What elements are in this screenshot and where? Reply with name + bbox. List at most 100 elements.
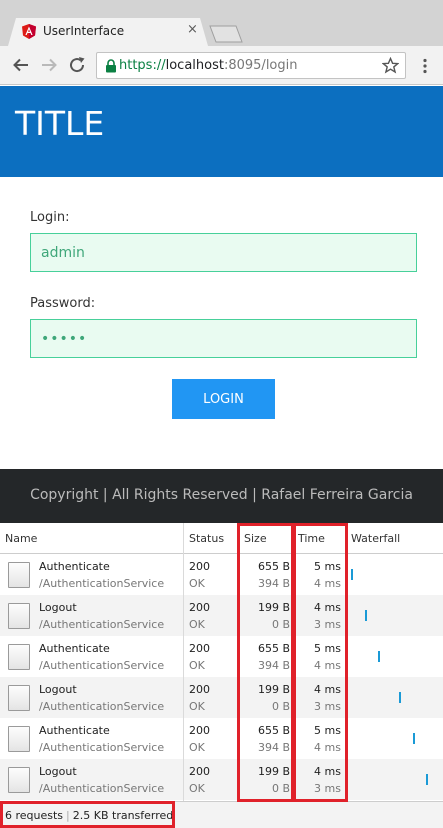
request-latency: 3 ms [314,782,341,795]
request-content-size: 394 B [257,577,290,590]
request-path: /AuthenticationService [39,618,165,631]
url-host: localhost [165,58,224,73]
page-header: TITLE [0,86,443,177]
request-latency: 3 ms [314,618,341,631]
network-summary: 6 requests | 2.5 KB transferred [5,809,173,822]
reload-icon[interactable] [68,56,86,74]
password-input[interactable] [30,319,417,358]
network-request-row[interactable]: Logout/AuthenticationService 200 OK 199 B 0 … [0,595,443,636]
request-path: /AuthenticationService [39,577,165,590]
request-time: 4 ms [314,765,341,778]
star-icon[interactable] [382,57,399,74]
request-latency: 4 ms [314,741,341,754]
request-content-size: 0 B [271,700,290,713]
summary-separator: | [66,809,70,822]
request-status-text: OK [189,659,205,672]
request-size: 655 B [257,724,290,737]
request-time: 5 ms [314,560,341,573]
lock-icon [106,59,116,73]
waterfall-bar [351,569,353,580]
tab-title: UserInterface [43,24,125,38]
page-title: TITLE [15,104,105,143]
request-status-text: OK [189,618,205,631]
browser-tab-bar: UserInterface × [0,0,443,46]
page-footer: Copyright | All Rights Reserved | Rafael… [0,469,443,523]
request-count: 6 requests [5,809,64,822]
tab-close-icon[interactable]: × [187,22,198,37]
request-name: Authenticate [39,724,110,737]
waterfall-bar [365,610,368,621]
document-icon [8,767,30,793]
login-label: Login: [30,210,70,225]
waterfall-bar [399,692,401,703]
request-status: 200 [189,724,210,737]
back-arrow-icon[interactable] [12,56,30,74]
request-size: 655 B [257,560,290,573]
document-icon [8,726,30,752]
request-content-size: 394 B [257,741,290,754]
waterfall-bar [412,733,415,744]
column-status[interactable]: Status [189,532,224,545]
kebab-menu-icon[interactable] [422,58,428,74]
request-time: 4 ms [314,683,341,696]
angular-icon [22,24,36,39]
network-table-header: Name Status Size Time Waterfall [0,523,443,554]
column-waterfall[interactable]: Waterfall [351,532,400,545]
url-path: :8095/login [223,58,298,73]
request-latency: 4 ms [314,659,341,672]
password-label: Password: [30,296,96,311]
column-size[interactable]: Size [244,532,267,545]
address-bar[interactable]: https://localhost:8095/login [96,52,406,79]
request-name: Logout [39,601,77,614]
request-time: 5 ms [314,724,341,737]
login-input[interactable] [30,233,417,272]
request-status: 200 [189,601,210,614]
network-request-row[interactable]: Authenticate/AuthenticationService 200 OK 6… [0,718,443,759]
waterfall-bar [426,774,428,785]
request-name: Authenticate [39,642,110,655]
request-size: 199 B [257,765,290,778]
browser-toolbar: https://localhost:8095/login [0,46,443,85]
request-status: 200 [189,683,210,696]
url-text: https://localhost:8095/login [119,58,297,73]
request-name: Logout [39,765,77,778]
column-divider [346,523,347,801]
forward-arrow-icon[interactable] [40,56,58,74]
request-status-text: OK [189,700,205,713]
network-request-row[interactable]: Authenticate/AuthenticationService 200 OK 6… [0,636,443,677]
column-divider [183,523,184,801]
request-path: /AuthenticationService [39,741,165,754]
network-status-bar: 6 requests | 2.5 KB transferred [0,801,443,828]
request-time: 4 ms [314,601,341,614]
login-button[interactable]: LOGIN [172,379,275,419]
request-status-text: OK [189,577,205,590]
request-path: /AuthenticationService [39,782,165,795]
request-path: /AuthenticationService [39,659,165,672]
transferred-size: 2.5 KB transferred [72,809,174,822]
copyright-text: Copyright | All Rights Reserved | Rafael… [30,487,413,503]
document-icon [8,644,30,670]
new-tab-button[interactable] [208,25,244,43]
url-scheme: https:// [119,58,166,73]
request-time: 5 ms [314,642,341,655]
network-request-row[interactable]: Logout/AuthenticationService 200 OK 199 B 0 … [0,677,443,718]
column-divider [293,523,294,801]
request-status: 200 [189,765,210,778]
request-content-size: 0 B [271,618,290,631]
document-icon [8,562,30,588]
request-latency: 4 ms [314,577,341,590]
request-name: Authenticate [39,560,110,573]
request-name: Logout [39,683,77,696]
request-content-size: 394 B [257,659,290,672]
request-path: /AuthenticationService [39,700,165,713]
network-panel: Name Status Size Time Waterfall Authenti… [0,523,443,828]
document-icon [8,603,30,629]
request-size: 199 B [257,601,290,614]
request-size: 655 B [257,642,290,655]
column-time[interactable]: Time [298,532,325,545]
network-request-row[interactable]: Authenticate/AuthenticationService 200 OK 6… [0,554,443,595]
document-icon [8,685,30,711]
column-name[interactable]: Name [5,532,37,545]
waterfall-bar [378,651,380,662]
network-request-row[interactable]: Logout/AuthenticationService 200 OK 199 B 0 … [0,759,443,800]
